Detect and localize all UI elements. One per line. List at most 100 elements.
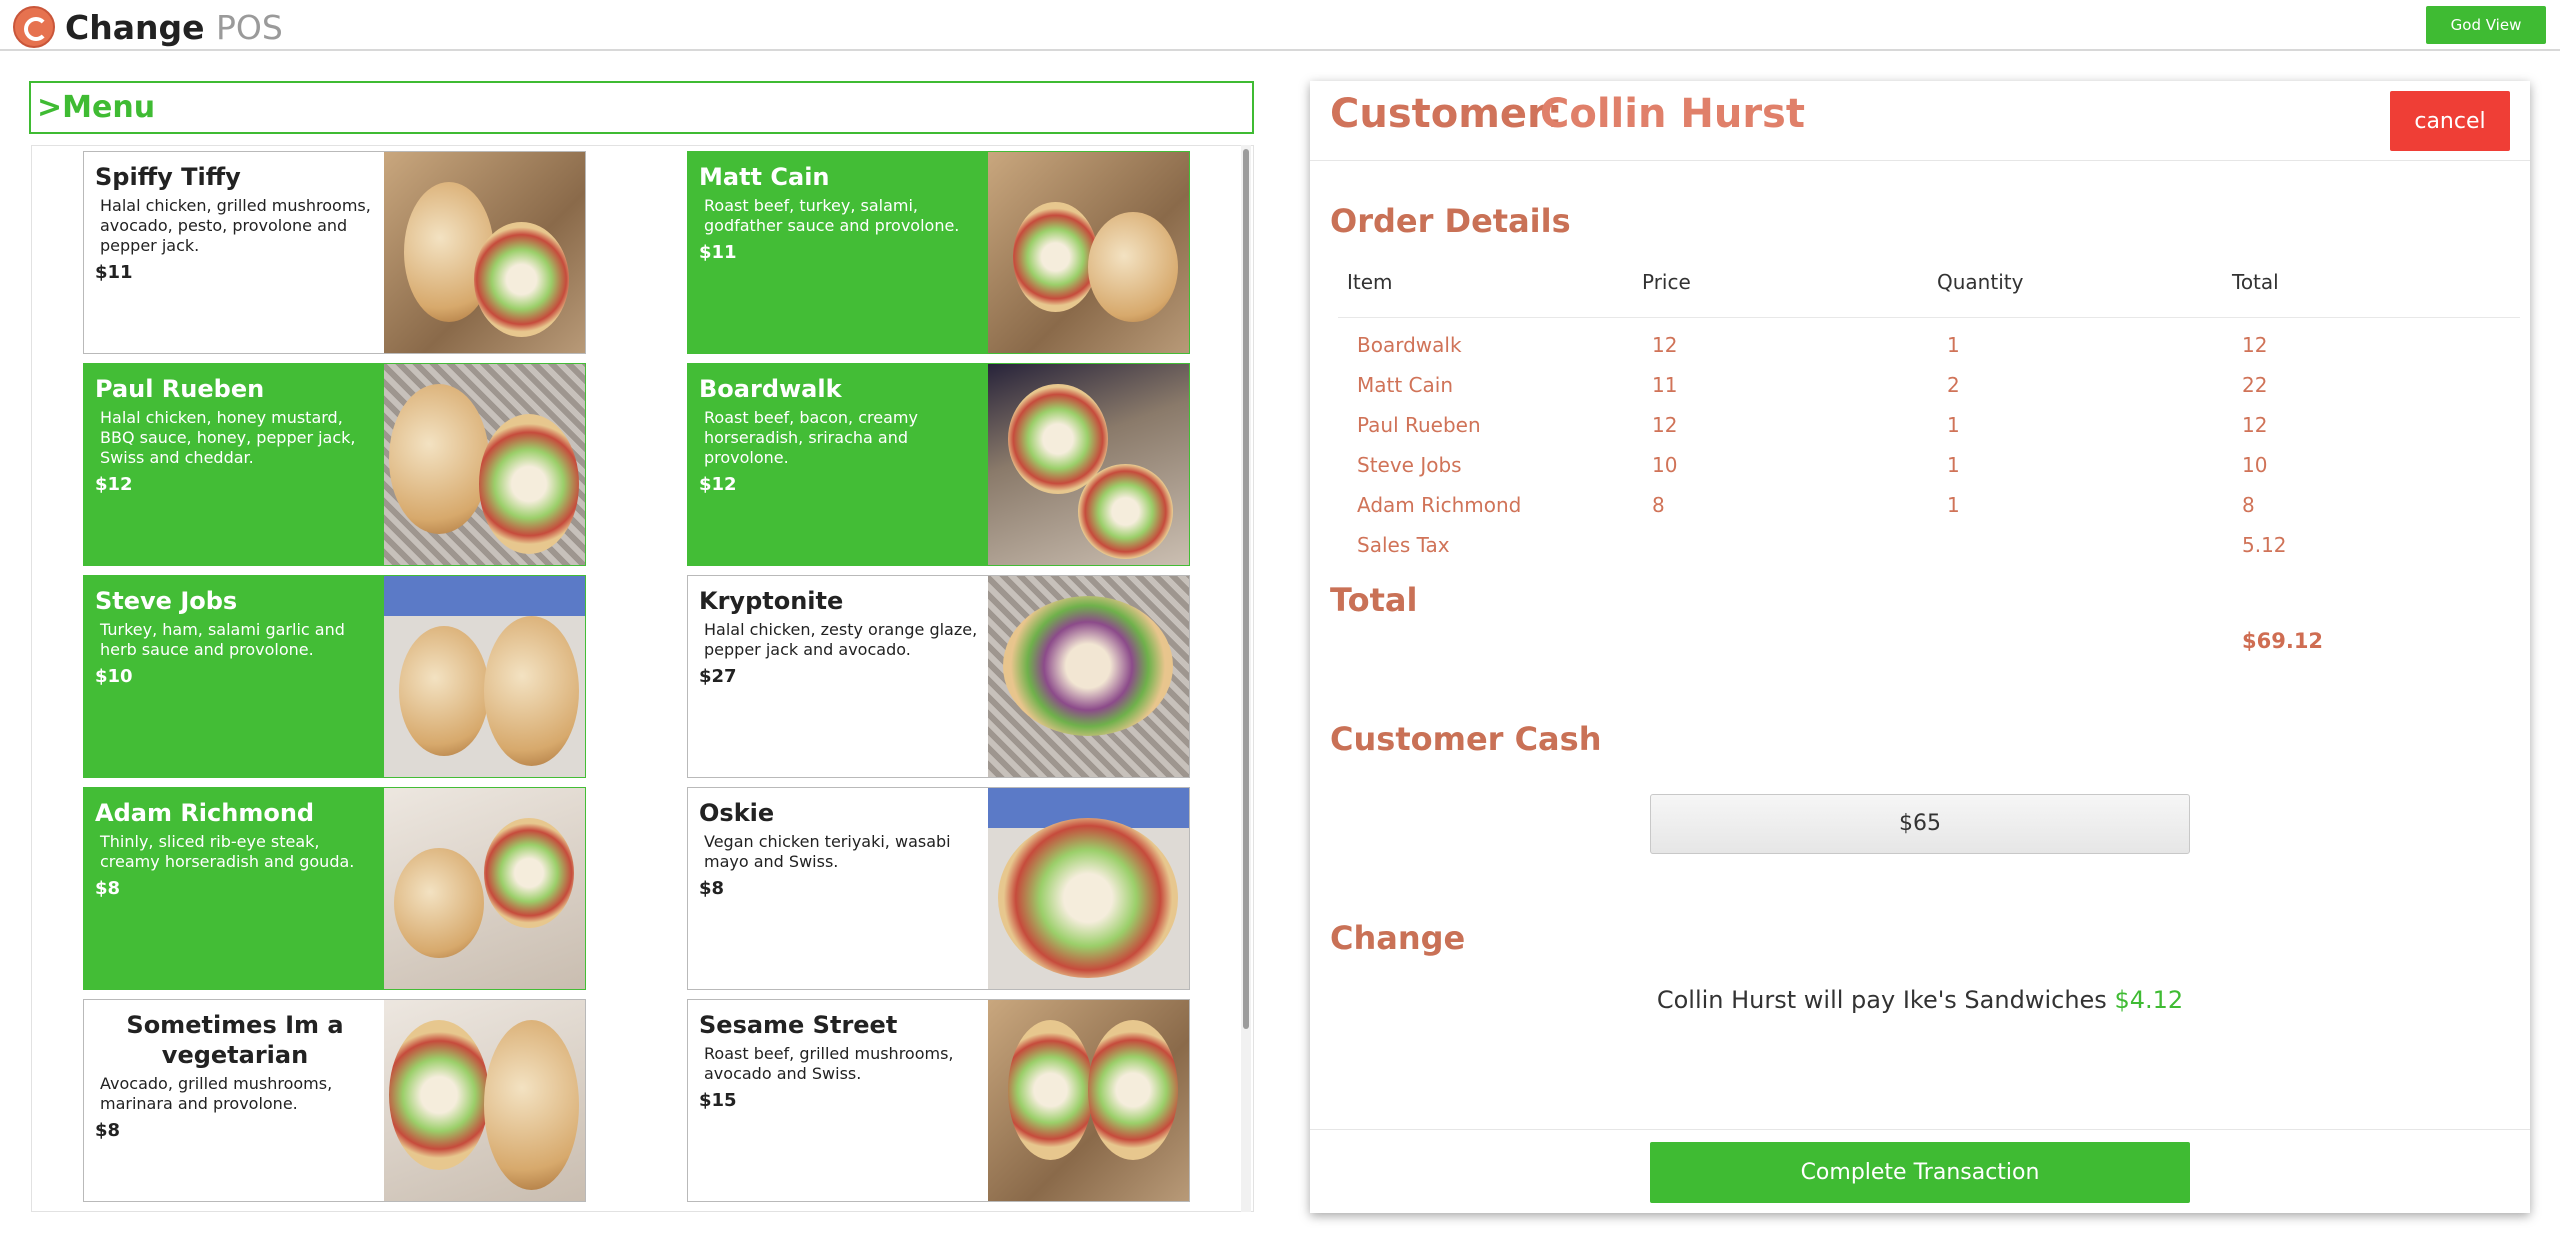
order-row-price: 11 — [1652, 373, 1678, 397]
total-title: Total — [1330, 581, 1418, 619]
customer-label: Customer: — [1330, 91, 1563, 137]
column-header-item: Item — [1347, 270, 1393, 294]
order-row-total: 12 — [2242, 413, 2268, 437]
god-view-button[interactable]: God View — [2426, 6, 2546, 44]
sandwich-photo — [988, 364, 1189, 565]
sandwich-photo — [384, 576, 585, 777]
menu-item-price: $11 — [699, 242, 737, 263]
order-row-total: 8 — [2242, 493, 2255, 517]
footer-divider — [1310, 1129, 2530, 1130]
menu-item-name: Sometimes Im a vegetarian — [126, 1011, 344, 1069]
menu-item-card[interactable]: Steve Jobs Turkey, ham, salami garlic an… — [83, 575, 586, 778]
column-header-total: Total — [2232, 270, 2279, 294]
order-row-price: 10 — [1652, 453, 1678, 477]
order-details-title: Order Details — [1330, 202, 1571, 240]
menu-item-price: $12 — [699, 474, 737, 495]
order-row-qty: 2 — [1947, 373, 1960, 397]
order-row-price: 12 — [1652, 413, 1678, 437]
sales-tax-value: 5.12 — [2242, 533, 2287, 557]
menu-item-card[interactable]: Matt Cain Roast beef, turkey, salami, go… — [687, 151, 1190, 354]
change-text: Collin Hurst will pay Ike's Sandwiches — [1656, 986, 2107, 1014]
menu-item-name: Paul Rueben — [95, 375, 265, 403]
menu-title: >Menu — [29, 81, 1254, 134]
menu-item-card[interactable]: Kryptonite Halal chicken, zesty orange g… — [687, 575, 1190, 778]
customer-name: Collin Hurst — [1540, 91, 1805, 137]
menu-item-desc: Vegan chicken teriyaki, wasabi mayo and … — [704, 832, 951, 871]
menu-item-card[interactable]: Paul Rueben Halal chicken, honey mustard… — [83, 363, 586, 566]
sandwich-photo — [988, 788, 1189, 989]
change-message: Collin Hurst will pay Ike's Sandwiches $… — [1310, 986, 2530, 1014]
cancel-button[interactable]: cancel — [2390, 91, 2510, 151]
menu-item-name: Adam Richmond — [95, 799, 315, 827]
change-amount: $4.12 — [2114, 986, 2184, 1014]
menu-item-desc: Turkey, ham, salami garlic and herb sauc… — [100, 620, 345, 659]
menu-item-card[interactable]: Oskie Vegan chicken teriyaki, wasabi may… — [687, 787, 1190, 990]
menu-item-price: $8 — [699, 878, 725, 899]
order-panel: Customer: Collin Hurst cancel Order Deta… — [1310, 81, 2530, 1213]
menu-item-name: Kryptonite — [699, 587, 844, 615]
order-row-qty: 1 — [1947, 453, 1960, 477]
menu-item-price: $8 — [95, 878, 121, 899]
sandwich-photo — [988, 1000, 1189, 1201]
sandwich-photo — [384, 152, 585, 353]
menu-item-price: $27 — [699, 666, 737, 687]
order-row-qty: 1 — [1947, 333, 1960, 357]
menu-item-desc: Avocado, grilled mushrooms, marinara and… — [100, 1074, 333, 1113]
order-row-qty: 1 — [1947, 413, 1960, 437]
customer-cash-title: Customer Cash — [1330, 720, 1602, 758]
order-row-total: 12 — [2242, 333, 2268, 357]
menu-item-desc: Halal chicken, zesty orange glaze, peppe… — [704, 620, 978, 659]
order-row-total: 10 — [2242, 453, 2268, 477]
menu-item-card[interactable]: Sometimes Im a vegetarian Avocado, grill… — [83, 999, 586, 1202]
customer-cash-button[interactable]: $65 — [1650, 794, 2190, 854]
menu-item-card[interactable]: Sesame Street Roast beef, grilled mushro… — [687, 999, 1190, 1202]
order-row-item: Adam Richmond — [1357, 493, 1522, 517]
menu-item-desc: Thinly, sliced rib-eye steak, creamy hor… — [100, 832, 355, 871]
menu-item-price: $11 — [95, 262, 133, 283]
menu-item-card[interactable]: Boardwalk Roast beef, bacon, creamy hors… — [687, 363, 1190, 566]
complete-transaction-button[interactable]: Complete Transaction — [1650, 1142, 2190, 1203]
menu-item-name: Boardwalk — [699, 375, 842, 403]
column-header-quantity: Quantity — [1937, 270, 2024, 294]
grand-total: $69.12 — [2242, 629, 2324, 653]
change-title: Change — [1330, 919, 1466, 957]
order-row-price: 8 — [1652, 493, 1665, 517]
order-row-qty: 1 — [1947, 493, 1960, 517]
app-name: Change — [65, 8, 205, 47]
menu-item-desc: Roast beef, turkey, salami, godfather sa… — [704, 196, 960, 235]
sandwich-photo — [988, 152, 1189, 353]
sandwich-photo — [384, 788, 585, 989]
menu-scrollbar[interactable] — [1243, 149, 1249, 1029]
table-divider — [1338, 317, 2520, 318]
menu-item-desc: Roast beef, bacon, creamy horseradish, s… — [704, 408, 918, 467]
menu-item-price: $15 — [699, 1090, 737, 1111]
order-header: Customer: Collin Hurst cancel — [1310, 81, 2530, 161]
column-header-price: Price — [1642, 270, 1691, 294]
sandwich-photo — [384, 364, 585, 565]
sandwich-photo — [384, 1000, 585, 1201]
menu-item-price: $8 — [95, 1120, 121, 1141]
menu-item-card[interactable]: Adam Richmond Thinly, sliced rib-eye ste… — [83, 787, 586, 990]
order-row-price: 12 — [1652, 333, 1678, 357]
menu-item-name: Spiffy Tiffy — [95, 163, 241, 191]
menu-item-name: Steve Jobs — [95, 587, 238, 615]
order-row-total: 22 — [2242, 373, 2268, 397]
order-row-item: Matt Cain — [1357, 373, 1454, 397]
menu-item-card[interactable]: Spiffy Tiffy Halal chicken, grilled mush… — [83, 151, 586, 354]
sandwich-photo — [988, 576, 1189, 777]
order-row-item: Boardwalk — [1357, 333, 1462, 357]
menu-item-desc: Halal chicken, honey mustard, BBQ sauce,… — [100, 408, 356, 467]
app-brand: Change POS — [65, 8, 283, 47]
menu-item-name: Oskie — [699, 799, 775, 827]
menu-item-price: $10 — [95, 666, 133, 687]
menu-item-price: $12 — [95, 474, 133, 495]
sales-tax-label: Sales Tax — [1357, 533, 1450, 557]
app-name-suffix: POS — [215, 8, 283, 47]
menu-item-desc: Roast beef, grilled mushrooms, avocado a… — [704, 1044, 954, 1083]
menu-item-name: Matt Cain — [699, 163, 830, 191]
change-logo-icon — [13, 6, 55, 48]
order-row-item: Paul Rueben — [1357, 413, 1481, 437]
top-bar: Change POS God View — [0, 0, 2560, 51]
menu-item-name: Sesame Street — [699, 1011, 898, 1039]
order-row-item: Steve Jobs — [1357, 453, 1462, 477]
